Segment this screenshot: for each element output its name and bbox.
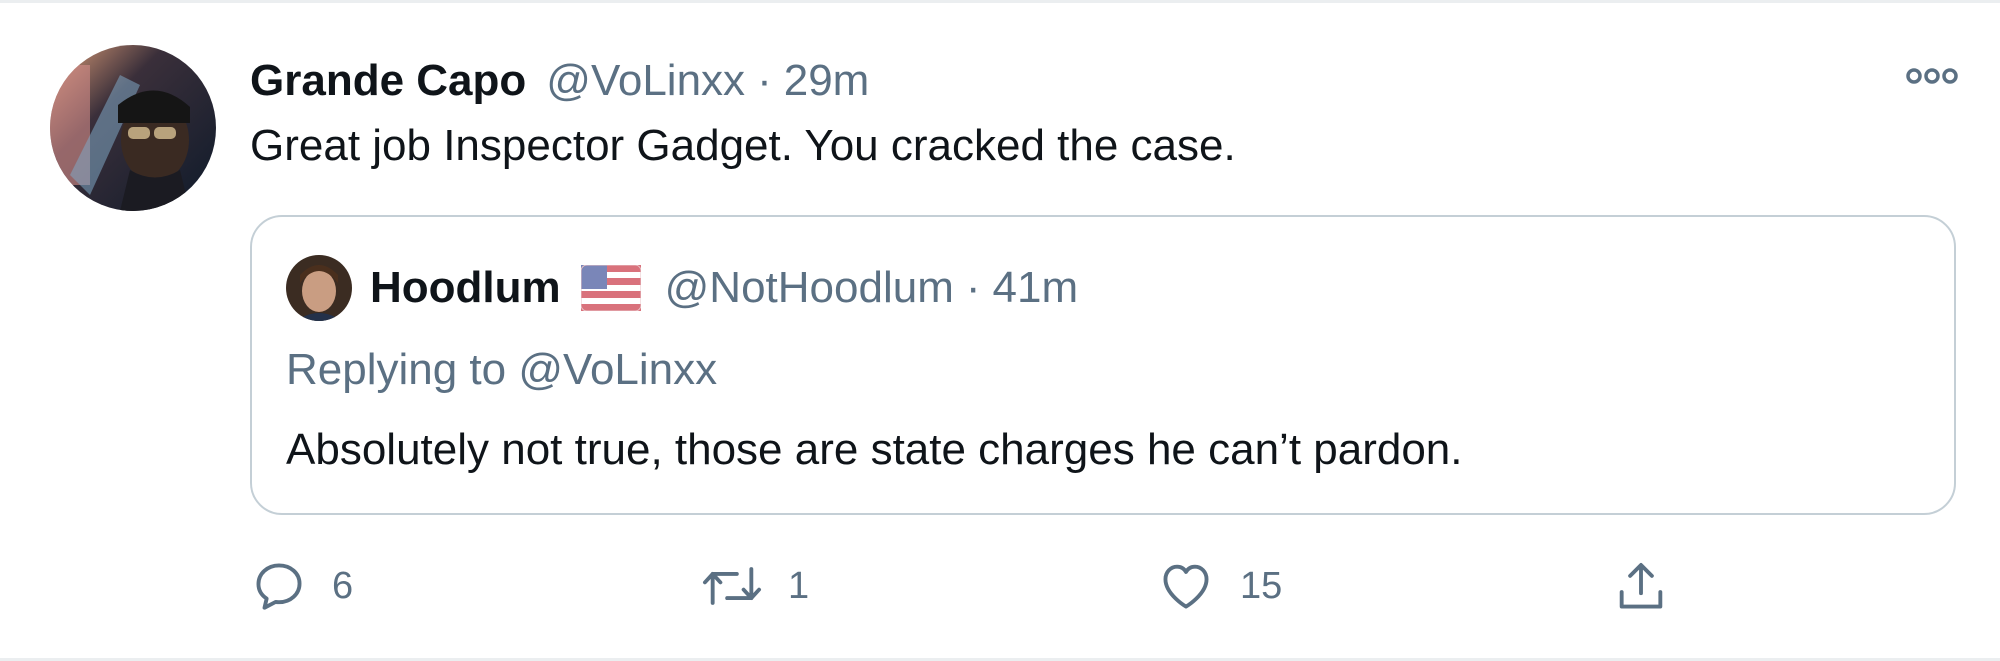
share-button[interactable] — [1612, 551, 1670, 621]
share-icon — [1619, 563, 1663, 609]
tweet-text: Great job Inspector Gadget. You cracked … — [250, 121, 1236, 170]
reply-count: 6 — [332, 564, 354, 607]
replying-to-line: Replying to @VoLinxx — [286, 345, 717, 395]
tweet-timestamp[interactable]: 29m — [784, 56, 870, 106]
quoted-author-avatar[interactable] — [286, 255, 352, 321]
author-avatar[interactable] — [50, 45, 216, 211]
quoted-author-name[interactable]: Hoodlum — [370, 263, 561, 313]
quoted-tweet-text: Absolutely not true, those are state cha… — [286, 425, 1463, 474]
tweet-header: Grande Capo @VoLinxx · 29m — [250, 53, 869, 109]
heart-icon — [1163, 564, 1209, 609]
us-flag-icon — [580, 265, 641, 311]
tweet-card[interactable]: Grande Capo @VoLinxx · 29m Great job Ins… — [0, 0, 2000, 661]
author-avatar-image — [50, 45, 216, 211]
author-name[interactable]: Grande Capo — [250, 56, 526, 106]
reply-button[interactable]: 6 — [250, 551, 353, 621]
header-separator: · — [757, 56, 772, 105]
retweet-count: 1 — [788, 564, 810, 607]
author-handle[interactable]: @VoLinxx — [546, 56, 745, 106]
reply-icon — [256, 563, 302, 610]
replying-to-prefix: Replying to — [286, 345, 507, 394]
tweet-actions: 6 1 15 — [250, 551, 1720, 621]
retweet-icon — [703, 567, 761, 605]
quoted-author-handle[interactable]: @NotHoodlum — [665, 263, 954, 313]
quoted-timestamp[interactable]: 41m — [993, 263, 1079, 313]
quoted-header: Hoodlum @NotHoodlum · 41m — [370, 259, 1078, 317]
like-button[interactable]: 15 — [1156, 551, 1282, 621]
quoted-avatar-image — [286, 255, 352, 321]
quoted-header-separator: · — [965, 263, 981, 312]
replying-to-handle[interactable]: @VoLinxx — [518, 345, 717, 394]
more-options-button[interactable] — [1902, 61, 1962, 91]
quoted-tweet[interactable]: Hoodlum @NotHoodlum · 41m Replying to @V… — [250, 215, 1956, 515]
retweet-button[interactable]: 1 — [700, 551, 809, 621]
like-count: 15 — [1240, 564, 1283, 607]
more-dots-icon — [1906, 68, 1958, 84]
